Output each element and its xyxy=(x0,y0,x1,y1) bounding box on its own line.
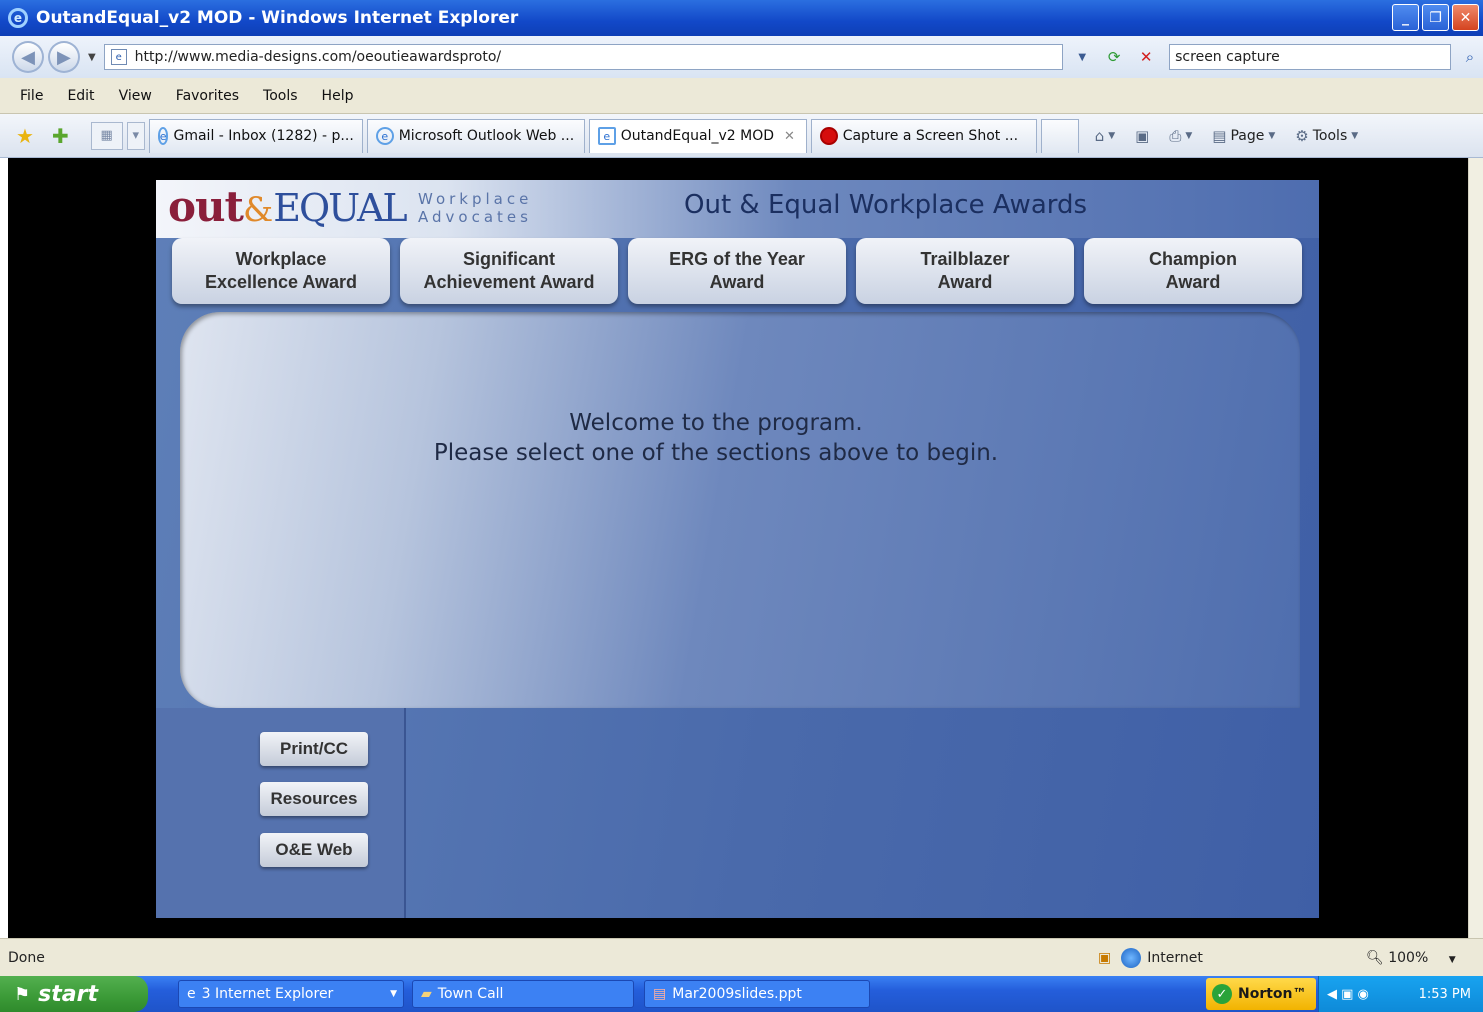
menu-tools[interactable]: Tools xyxy=(263,88,298,104)
back-icon[interactable]: ◀ xyxy=(12,41,44,73)
oe-web-button[interactable]: O&E Web xyxy=(260,833,368,867)
stop-icon[interactable]: ✕ xyxy=(1133,44,1159,70)
checkmark-icon: ✓ xyxy=(1212,984,1232,1004)
print-cc-button[interactable]: Print/CC xyxy=(260,732,368,766)
windows-flag-icon: ⚑ xyxy=(14,983,31,1005)
security-zone[interactable]: ▣ Internet xyxy=(1098,947,1203,968)
tray-icons[interactable]: ◀ ▣ ◉ xyxy=(1319,987,1369,1002)
status-bar: Done ▣ Internet 🔍︎ 100% ▼ xyxy=(0,938,1483,976)
minimize-button[interactable]: _ xyxy=(1392,4,1419,31)
protected-mode-icon: ▣ xyxy=(1098,949,1112,966)
menu-bar: File Edit View Favorites Tools Help xyxy=(0,78,1483,114)
side-panel: Print/CC Resources O&E Web xyxy=(156,708,406,918)
resources-button[interactable]: Resources xyxy=(260,782,368,816)
zoom-icon: 🔍︎ xyxy=(1366,949,1384,966)
clock: 1:53 PM xyxy=(1418,986,1471,1002)
menu-view[interactable]: View xyxy=(119,88,152,104)
vertical-scrollbar[interactable] xyxy=(1468,158,1483,938)
tab-list-icon[interactable]: ▾ xyxy=(126,121,145,150)
powerpoint-icon: ▤ xyxy=(653,986,667,1002)
gear-icon: ⚙ xyxy=(1295,126,1309,145)
close-button[interactable]: ✕ xyxy=(1452,4,1479,31)
menu-file[interactable]: File xyxy=(20,88,43,104)
logo-subtitle: Workplace Advocates xyxy=(418,190,533,226)
menu-help[interactable]: Help xyxy=(322,88,354,104)
menu-edit[interactable]: Edit xyxy=(67,88,94,104)
print-button[interactable]: ⎙ ▼ xyxy=(1169,127,1196,145)
forward-icon[interactable]: ▶ xyxy=(47,41,80,73)
content-panel xyxy=(180,312,1300,708)
tools-menu[interactable]: ⚙ Tools ▼ xyxy=(1295,127,1362,145)
add-favorite-icon[interactable]: ✚ xyxy=(52,124,69,148)
zoom-control[interactable]: 🔍︎ 100% ▼ xyxy=(1366,950,1456,966)
awards-app: out & EQUAL Workplace Advocates Out & Equa… xyxy=(156,180,1319,918)
ie-icon: e xyxy=(375,127,394,145)
menu-favorites[interactable]: Favorites xyxy=(176,88,239,104)
address-dropdown-icon[interactable]: ▼ xyxy=(1069,44,1095,70)
workplace-excellence-award-button[interactable]: Workplace Excellence Award xyxy=(172,238,390,304)
app-title: Out & Equal Workplace Awards xyxy=(684,190,1088,220)
trailblazer-award-button[interactable]: Trailblazer Award xyxy=(856,238,1074,304)
welcome-message: Welcome to the program. Please select on… xyxy=(433,410,999,466)
print-icon: ⎙ xyxy=(1169,126,1182,145)
tab-outlook[interactable]: e Microsoft Outlook Web ... xyxy=(366,118,585,153)
home-button[interactable]: ⌂ ▼ xyxy=(1095,127,1119,145)
page-icon: e xyxy=(110,49,127,65)
page-icon: ▤ xyxy=(1212,126,1227,145)
window-controls: _ ❐ ✕ xyxy=(1392,4,1479,31)
search-input[interactable]: screen capture xyxy=(1169,44,1451,70)
page-icon: e xyxy=(597,127,616,145)
window-title: OutandEqual_v2 MOD - Windows Internet Ex… xyxy=(36,8,519,28)
norton-button[interactable]: ✓ Norton™ xyxy=(1206,978,1316,1010)
ie-icon: e xyxy=(187,986,196,1002)
globe-icon xyxy=(1121,947,1142,968)
tab-gmail[interactable]: e Gmail - Inbox (1282) - p... xyxy=(148,118,363,153)
tab-bar: ★ ✚ ▦ ▾ e Gmail - Inbox (1282) - p... e … xyxy=(0,114,1483,158)
home-icon: ⌂ xyxy=(1094,126,1105,145)
erg-of-the-year-award-button[interactable]: ERG of the Year Award xyxy=(628,238,846,304)
feeds-button[interactable]: ▣ xyxy=(1135,127,1153,145)
red-dot-icon xyxy=(819,127,838,145)
taskbar-item-internet-explorer[interactable]: e 3 Internet Explorer ▼ xyxy=(178,980,404,1008)
system-tray: ◀ ▣ ◉ 1:53 PM xyxy=(1318,976,1483,1012)
tab-outandequal[interactable]: e OutandEqual_v2 MOD ✕ xyxy=(588,118,807,153)
ie-logo-icon: e xyxy=(8,8,28,28)
status-text: Done xyxy=(8,949,45,966)
address-toolbar: ◀ ▶ ▼ e http://www.media-designs.com/oeo… xyxy=(0,36,1483,78)
restore-button[interactable]: ❐ xyxy=(1422,4,1449,31)
close-tab-icon[interactable]: ✕ xyxy=(784,129,795,144)
refresh-icon[interactable]: ⟳ xyxy=(1101,44,1127,70)
address-field[interactable]: e http://www.media-designs.com/oeoutieaw… xyxy=(103,44,1064,70)
champion-award-button[interactable]: Champion Award xyxy=(1084,238,1302,304)
search-icon[interactable]: ⌕ xyxy=(1457,44,1483,70)
tab-capture[interactable]: Capture a Screen Shot ... xyxy=(810,118,1037,153)
new-tab-button[interactable] xyxy=(1040,118,1079,153)
taskbar-item-town-call[interactable]: ▰ Town Call xyxy=(412,980,634,1008)
out-and-equal-logo: out & EQUAL xyxy=(168,182,408,231)
feeds-icon: ▣ xyxy=(1135,126,1150,145)
taskbar-item-powerpoint[interactable]: ▤ Mar2009slides.ppt xyxy=(644,980,870,1008)
address-url: http://www.media-designs.com/oeoutieawar… xyxy=(134,49,502,65)
taskbar: ⚑ start e 3 Internet Explorer ▼ ▰ Town C… xyxy=(0,976,1483,1012)
quick-tabs-icon[interactable]: ▦ xyxy=(90,121,123,150)
history-dropdown-icon[interactable]: ▼ xyxy=(88,52,96,63)
page-menu[interactable]: ▤ Page ▼ xyxy=(1212,127,1279,145)
window-title-bar[interactable]: e OutandEqual_v2 MOD - Windows Internet … xyxy=(0,0,1483,36)
favorites-star-icon[interactable]: ★ xyxy=(16,124,34,148)
ie-icon: e xyxy=(157,127,169,145)
folder-icon: ▰ xyxy=(421,986,432,1002)
significant-achievement-award-button[interactable]: Significant Achievement Award xyxy=(400,238,618,304)
start-button[interactable]: ⚑ start xyxy=(0,976,148,1012)
browser-viewport: out & EQUAL Workplace Advocates Out & Equa… xyxy=(8,158,1468,938)
